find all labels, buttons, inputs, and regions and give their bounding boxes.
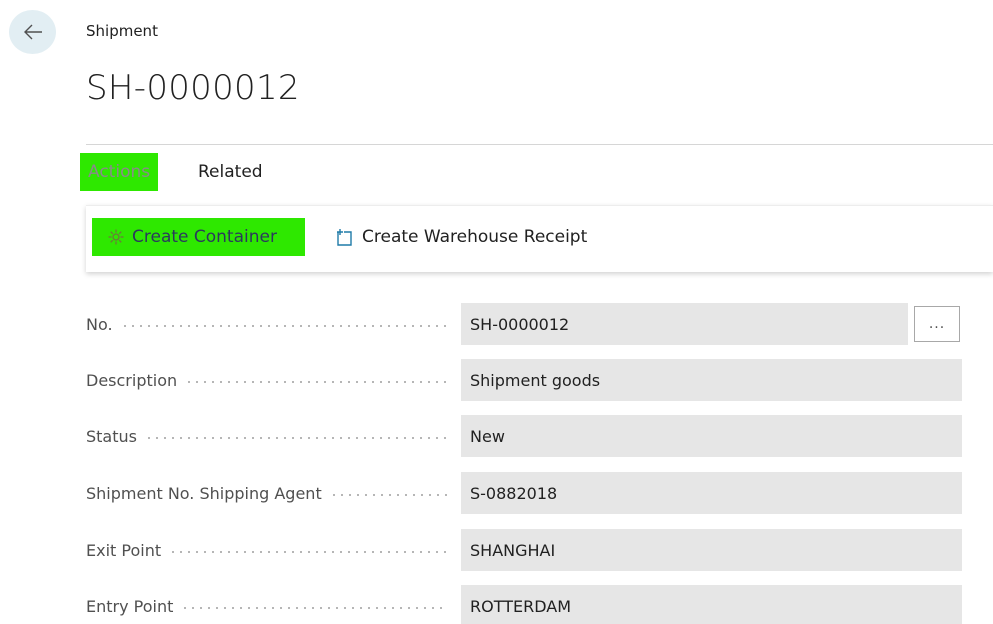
field-label: Exit Point	[86, 529, 452, 571]
field-label-text: Status	[86, 426, 137, 446]
field-label-text: No.	[86, 314, 113, 334]
field-label: Entry Point	[86, 585, 452, 624]
field-label-text: Description	[86, 370, 178, 390]
shipment-card-page: Shipment SH-0000012 Actions Related Crea…	[0, 0, 993, 624]
field-label-text: Shipment No. Shipping Agent	[86, 483, 322, 503]
field-row-status: Status New	[86, 415, 963, 457]
no-field[interactable]: SH-0000012	[461, 303, 908, 345]
page-title: SH-0000012	[86, 68, 300, 108]
leader-dots	[169, 551, 448, 553]
field-label: Shipment No. Shipping Agent	[86, 472, 452, 514]
arrow-left-icon	[23, 24, 42, 40]
leader-dots	[144, 437, 448, 439]
description-field[interactable]: Shipment goods	[461, 359, 962, 401]
title-divider	[86, 144, 993, 145]
leader-dots	[185, 381, 448, 383]
leader-dots	[181, 607, 448, 609]
tab-related[interactable]: Related	[190, 153, 271, 191]
actions-panel: Create Container Create Warehouse Receip…	[86, 205, 993, 272]
field-label: Description	[86, 359, 452, 401]
shipment-no-shipping-agent-field[interactable]: S-0882018	[461, 472, 962, 514]
exit-point-field[interactable]: SHANGHAI	[461, 529, 962, 571]
back-button[interactable]	[9, 10, 56, 54]
field-label-text: Exit Point	[86, 540, 162, 560]
leader-dots	[329, 494, 448, 496]
field-row-entry-point: Entry Point ROTTERDAM	[86, 585, 963, 624]
create-warehouse-receipt-button[interactable]: Create Warehouse Receipt	[334, 218, 587, 256]
field-row-description: Description Shipment goods	[86, 359, 963, 401]
field-row-shipping-agent-no: Shipment No. Shipping Agent S-0882018	[86, 472, 963, 514]
gear-icon	[108, 229, 124, 245]
breadcrumb: Shipment	[86, 22, 158, 40]
field-label: Status	[86, 415, 452, 457]
create-container-button[interactable]: Create Container	[92, 218, 305, 256]
tab-actions[interactable]: Actions	[80, 153, 159, 191]
leader-dots	[120, 325, 448, 327]
field-label-text: Entry Point	[86, 596, 174, 616]
field-row-exit-point: Exit Point SHANGHAI	[86, 529, 963, 571]
create-warehouse-receipt-label: Create Warehouse Receipt	[362, 227, 588, 247]
status-field[interactable]: New	[461, 415, 962, 457]
new-document-icon	[334, 228, 354, 246]
field-row-no: No. SH-0000012 ...	[86, 303, 963, 345]
entry-point-field[interactable]: ROTTERDAM	[461, 585, 962, 624]
create-container-label: Create Container	[132, 227, 277, 247]
assist-edit-button[interactable]: ...	[914, 306, 960, 342]
field-label: No.	[86, 303, 452, 345]
